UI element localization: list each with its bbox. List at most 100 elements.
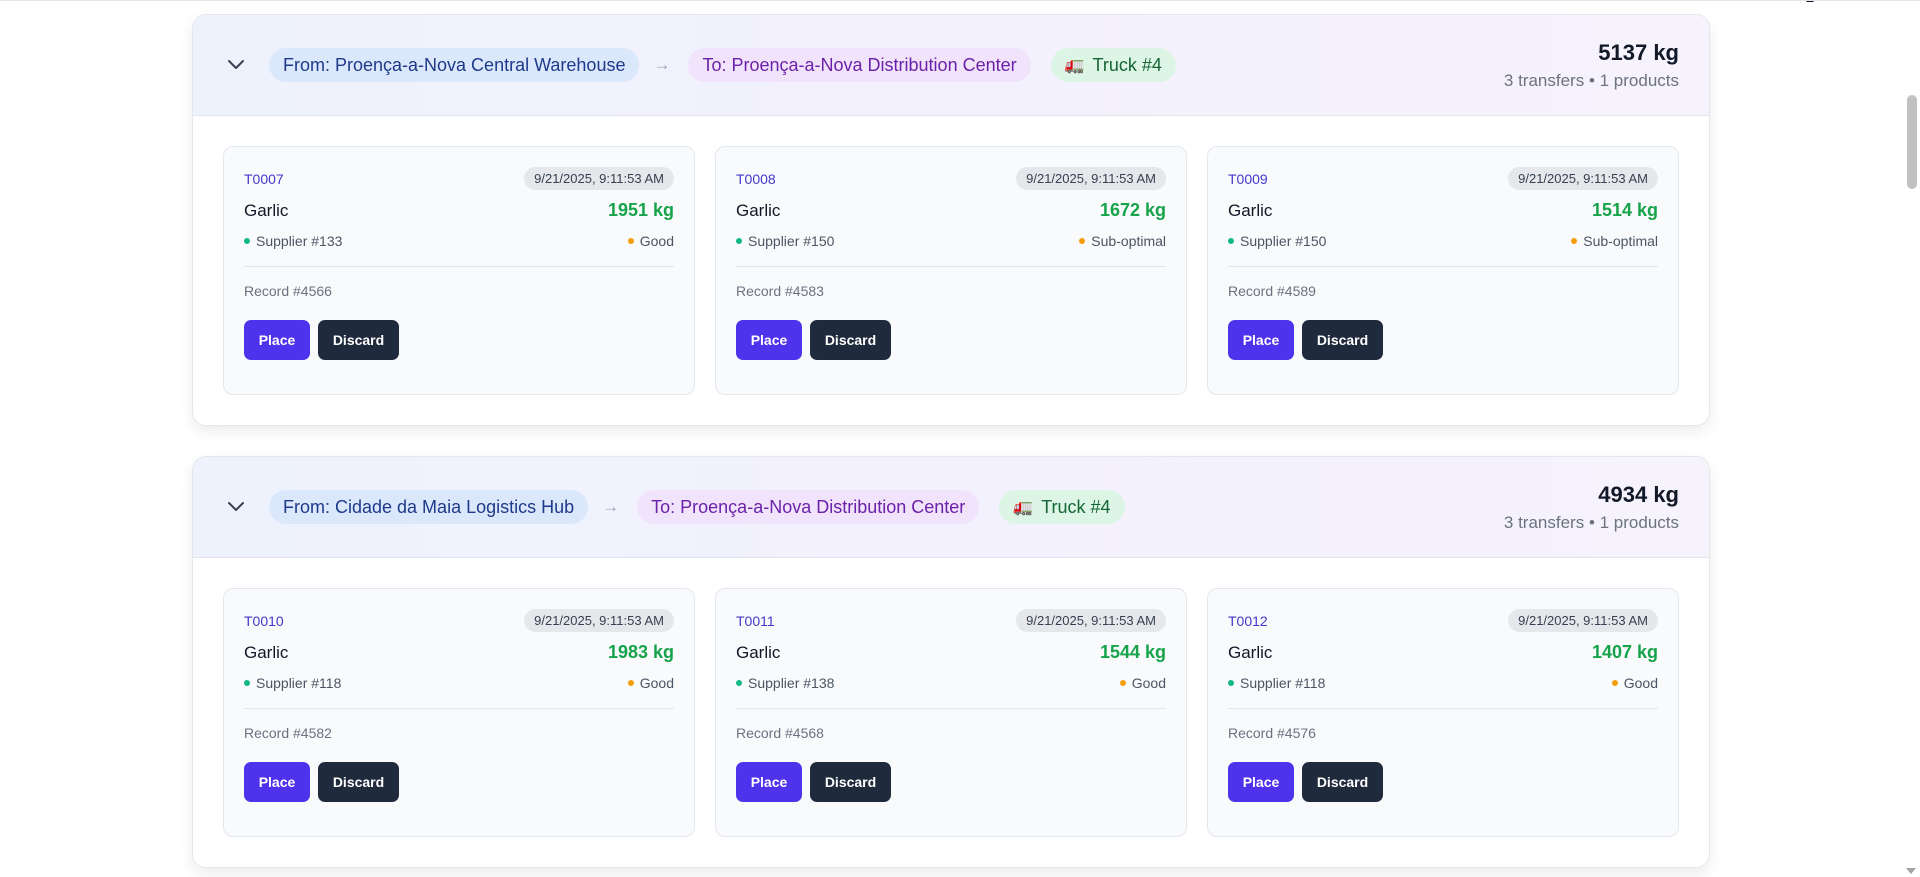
vertical-scrollbar[interactable]	[1903, 1, 1920, 877]
quality-label: Good	[1623, 675, 1658, 691]
discard-button[interactable]: Discard	[810, 320, 891, 360]
timestamp-badge: 9/21/2025, 9:11:53 AM	[1508, 609, 1658, 632]
product-name: Garlic	[244, 200, 289, 220]
quality: Good	[1119, 675, 1166, 691]
supplier: Supplier #133	[244, 233, 342, 249]
divider	[736, 708, 1166, 709]
place-button[interactable]: Place	[736, 762, 802, 802]
product-name: Garlic	[244, 642, 289, 662]
quality: Sub-optimal	[1571, 233, 1658, 249]
product-name: Garlic	[736, 200, 781, 220]
quality: Sub-optimal	[1079, 233, 1166, 249]
place-button[interactable]: Place	[1228, 762, 1294, 802]
transfer-id-link[interactable]: T0007	[244, 171, 284, 187]
transfer-id-link[interactable]: T0011	[736, 613, 775, 629]
status-dot-icon	[1228, 680, 1234, 687]
status-dot-icon	[244, 680, 250, 687]
discard-button[interactable]: Discard	[810, 762, 891, 802]
record-number: Record #4576	[1228, 725, 1316, 741]
quantity: 1514 kg	[1591, 200, 1658, 220]
quality: Good	[1611, 675, 1658, 691]
scroll-down-arrow-icon[interactable]	[1906, 868, 1916, 874]
place-button[interactable]: Place	[244, 762, 310, 802]
product-name: Garlic	[1228, 200, 1273, 220]
product-name: Garlic	[736, 642, 781, 662]
from-location-badge: From: Cidade da Maia Logistics Hub	[269, 490, 589, 524]
discard-button[interactable]: Discard	[318, 320, 399, 360]
quality-label: Good	[639, 233, 674, 249]
status-dot-icon	[1079, 238, 1086, 245]
group-header[interactable]: From: Proença-a-Nova Central Warehouse →…	[193, 15, 1709, 116]
supplier-label: Supplier #133	[256, 233, 343, 249]
page-viewport: From: Proença-a-Nova Central Warehouse →…	[0, 0, 1920, 877]
status-dot-icon	[627, 238, 634, 245]
chevron-down-icon[interactable]	[225, 54, 247, 76]
place-button[interactable]: Place	[244, 320, 310, 360]
truck-label: Truck #4	[1041, 496, 1111, 517]
divider	[1228, 266, 1658, 267]
group-summary: 3 transfers • 1 products	[1503, 513, 1679, 532]
group-totals: 4934 kg 3 transfers • 1 products	[1504, 481, 1679, 533]
product-name: Garlic	[1228, 642, 1273, 662]
transfer-id-link[interactable]: T0008	[736, 171, 776, 187]
truck-badge: 🚛 Truck #4	[999, 490, 1125, 524]
from-location-badge: From: Proença-a-Nova Central Warehouse	[269, 48, 640, 82]
arrow-right-icon: →	[602, 497, 620, 516]
quality-label: Sub-optimal	[1583, 233, 1658, 249]
to-location-badge: To: Proença-a-Nova Distribution Center	[637, 490, 980, 524]
transfer-id-link[interactable]: T0012	[1228, 613, 1268, 629]
status-dot-icon	[736, 680, 742, 687]
quality: Good	[627, 233, 674, 249]
group-header[interactable]: From: Cidade da Maia Logistics Hub → To:…	[193, 457, 1709, 558]
quantity: 1672 kg	[1099, 200, 1166, 220]
quantity: 1544 kg	[1099, 642, 1166, 662]
supplier: Supplier #138	[736, 675, 834, 691]
quantity: 1951 kg	[607, 200, 674, 220]
record-number: Record #4583	[736, 283, 824, 299]
quantity: 1983 kg	[607, 642, 674, 662]
group-summary: 3 transfers • 1 products	[1503, 71, 1679, 90]
status-dot-icon	[1571, 238, 1578, 245]
quality-label: Good	[639, 675, 674, 691]
supplier-label: Supplier #150	[748, 233, 835, 249]
transfer-groups-list: From: Proença-a-Nova Central Warehouse →…	[192, 14, 1710, 877]
chevron-down-icon[interactable]	[225, 496, 247, 518]
transfer-card: T0008 9/21/2025, 9:11:53 AM Garlic 1672 kg…	[715, 146, 1187, 395]
transfer-id-link[interactable]: T0010	[244, 613, 284, 629]
timestamp-badge: 9/21/2025, 9:11:53 AM	[524, 609, 674, 632]
discard-button[interactable]: Discard	[1302, 762, 1383, 802]
discard-button[interactable]: Discard	[1302, 320, 1383, 360]
timestamp-badge: 9/21/2025, 9:11:53 AM	[1508, 167, 1658, 190]
supplier-label: Supplier #118	[256, 675, 342, 691]
group-totals: 5137 kg 3 transfers • 1 products	[1504, 39, 1679, 91]
truck-badge: 🚛 Truck #4	[1050, 48, 1176, 82]
group-total-weight: 4934 kg	[1598, 482, 1679, 507]
quantity: 1407 kg	[1591, 642, 1658, 662]
timestamp-badge: 9/21/2025, 9:11:53 AM	[1016, 609, 1166, 632]
truck-icon: 🚛	[1013, 499, 1034, 516]
divider	[1228, 708, 1658, 709]
timestamp-badge: 9/21/2025, 9:11:53 AM	[524, 167, 674, 190]
scrollbar-thumb[interactable]	[1907, 95, 1917, 189]
arrow-right-icon: →	[653, 55, 671, 74]
record-number: Record #4566	[244, 283, 332, 299]
record-number: Record #4568	[736, 725, 824, 741]
quality-label: Good	[1131, 675, 1166, 691]
divider	[244, 708, 674, 709]
supplier: Supplier #118	[1228, 675, 1325, 691]
transfer-card: T0010 9/21/2025, 9:11:53 AM Garlic 1983 kg…	[223, 588, 695, 837]
status-dot-icon	[1228, 238, 1234, 245]
scroll-up-arrow-icon[interactable]	[1806, 1, 1814, 2]
record-number: Record #4589	[1228, 283, 1316, 299]
truck-icon: 🚛	[1064, 57, 1085, 74]
transfer-group: From: Cidade da Maia Logistics Hub → To:…	[192, 456, 1710, 868]
discard-button[interactable]: Discard	[318, 762, 399, 802]
place-button[interactable]: Place	[1228, 320, 1294, 360]
status-dot-icon	[736, 238, 742, 245]
transfer-id-link[interactable]: T0009	[1228, 171, 1268, 187]
status-dot-icon	[1611, 680, 1618, 687]
place-button[interactable]: Place	[736, 320, 802, 360]
group-total-weight: 5137 kg	[1598, 40, 1679, 65]
transfer-card: T0009 9/21/2025, 9:11:53 AM Garlic 1514 kg…	[1207, 146, 1679, 395]
transfer-cards: T0010 9/21/2025, 9:11:53 AM Garlic 1983 kg…	[193, 558, 1709, 867]
